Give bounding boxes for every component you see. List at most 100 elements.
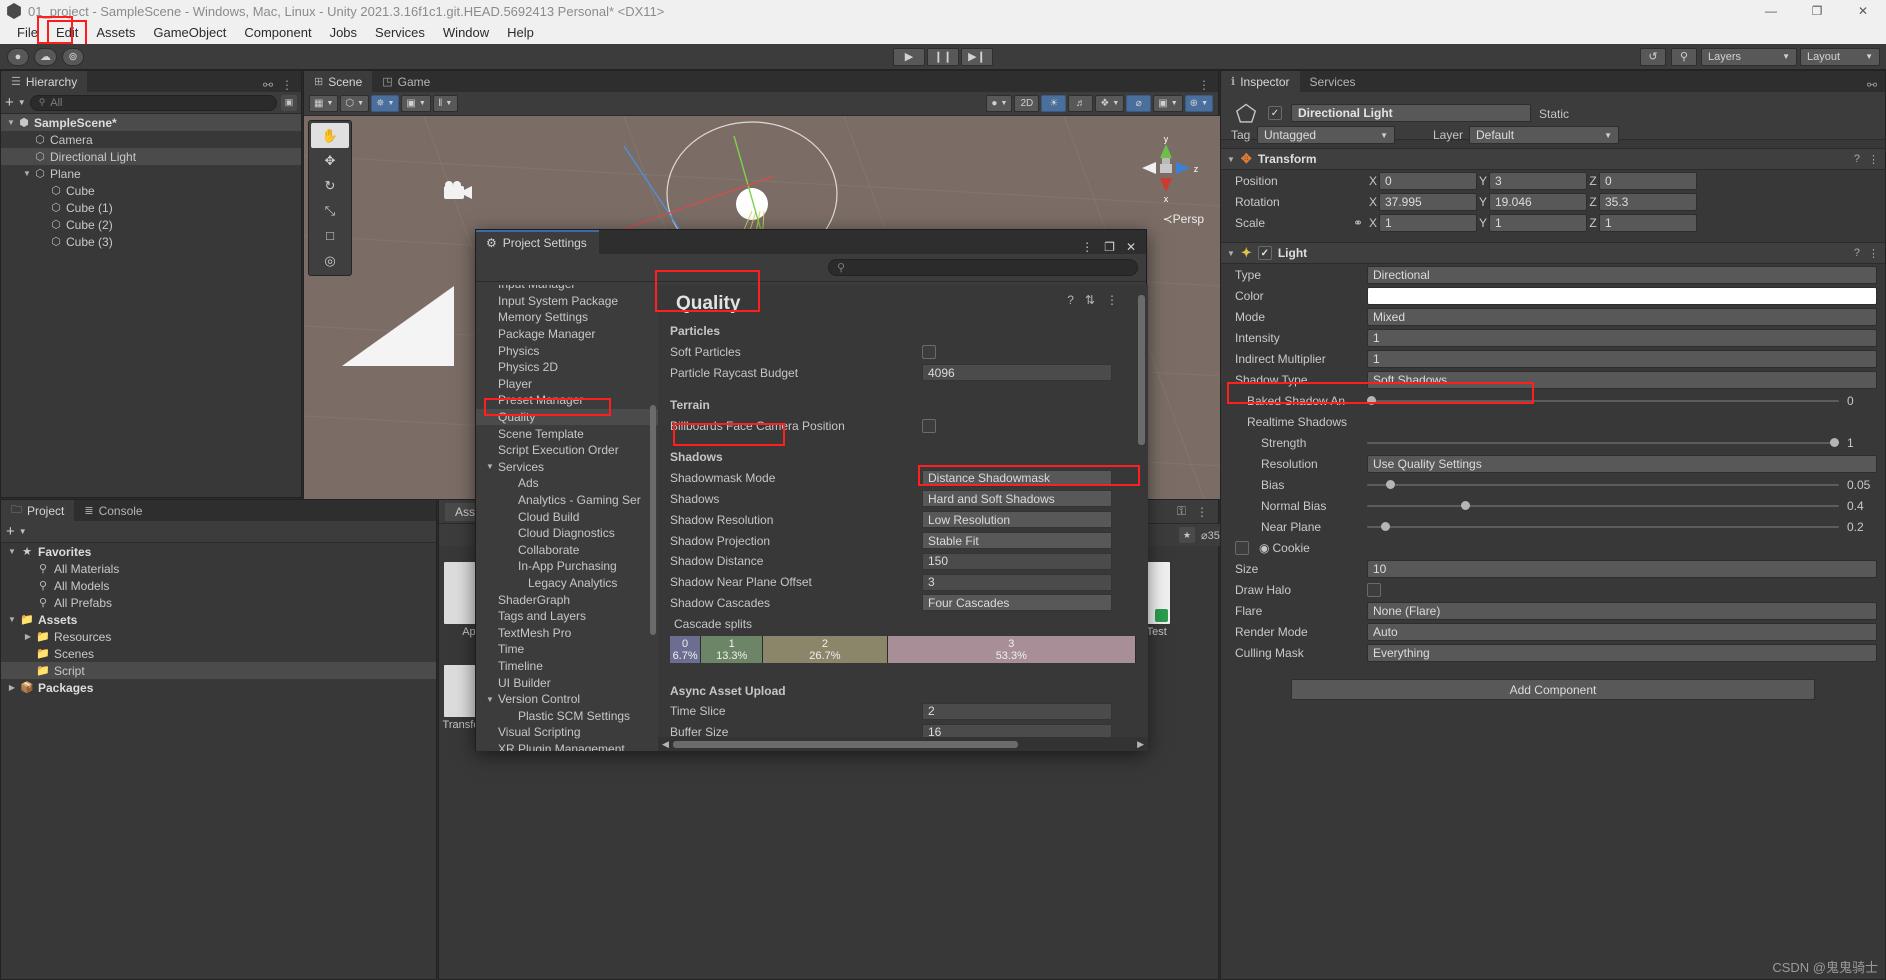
- disclosure-triangle-icon[interactable]: ▼: [5, 615, 19, 624]
- settings-sidebar-item[interactable]: ShaderGraph: [476, 591, 658, 608]
- asset-menu-icon[interactable]: ⋮: [1196, 505, 1208, 519]
- chevron-down-icon[interactable]: ▼: [486, 695, 494, 704]
- settings-checkbox[interactable]: [922, 419, 936, 433]
- hand-tool-button[interactable]: ✋: [311, 123, 349, 148]
- chevron-down-icon[interactable]: ▼: [18, 98, 26, 107]
- settings-sidebar-item[interactable]: Analytics - Gaming Ser: [476, 492, 658, 509]
- settings-input[interactable]: 2: [922, 703, 1112, 720]
- chevron-down-icon[interactable]: ▼: [486, 462, 494, 471]
- hierarchy-item[interactable]: ⬡Cube (1): [1, 199, 301, 216]
- chevron-down-icon[interactable]: ▼: [1227, 249, 1235, 258]
- hierarchy-item[interactable]: ▼⬡Plane: [1, 165, 301, 182]
- hierarchy-item[interactable]: ⬡Directional Light: [1, 148, 301, 165]
- project-add-button[interactable]: +: [6, 524, 15, 539]
- cloud-button[interactable]: ☁: [34, 48, 57, 66]
- scene-camera-button[interactable]: ▣▼: [1153, 95, 1182, 112]
- asset-lock-icon[interactable]: ⚿: [1177, 504, 1186, 519]
- tab-project[interactable]: 🗀 Project: [1, 500, 74, 521]
- tab-inspector[interactable]: ℹ Inspector: [1221, 71, 1300, 92]
- object-name-field[interactable]: Directional Light: [1291, 104, 1531, 122]
- light-indirect-input[interactable]: 1: [1367, 350, 1877, 368]
- project-tree-item[interactable]: ▶📦Packages: [1, 679, 436, 696]
- settings-sidebar-item[interactable]: Physics: [476, 342, 658, 359]
- settings-input[interactable]: 4096: [922, 364, 1112, 381]
- flare-object-field[interactable]: None (Flare): [1367, 602, 1877, 620]
- minimize-button[interactable]: —: [1748, 0, 1794, 22]
- project-tree-item[interactable]: ⚲All Models: [1, 577, 436, 594]
- project-tree-item[interactable]: ▶📁Resources: [1, 628, 436, 645]
- settings-sidebar-item[interactable]: Preset Manager: [476, 392, 658, 409]
- menu-assets[interactable]: Assets: [87, 22, 144, 44]
- position-y-input[interactable]: 3: [1489, 172, 1587, 190]
- settings-sidebar-item[interactable]: Visual Scripting: [476, 724, 658, 741]
- settings-sidebar-item[interactable]: Player: [476, 376, 658, 393]
- project-tree-item[interactable]: ⚲All Prefabs: [1, 594, 436, 611]
- object-enabled-checkbox[interactable]: ✓: [1268, 106, 1282, 120]
- project-tree-item[interactable]: ▼★Favorites: [1, 543, 436, 560]
- scene-projection-label[interactable]: ≺Persp: [1163, 212, 1204, 226]
- settings-sidebar-item[interactable]: UI Builder: [476, 674, 658, 691]
- scene-light-button[interactable]: ☀: [1041, 95, 1066, 112]
- culling-mask-dropdown[interactable]: Everything: [1367, 644, 1877, 662]
- static-label[interactable]: Static: [1539, 107, 1569, 121]
- menu-window[interactable]: Window: [434, 22, 498, 44]
- resolution-dropdown[interactable]: Use Quality Settings: [1367, 455, 1877, 473]
- light-component-header[interactable]: ▼ ✦ ✓ Light ? ⋮: [1221, 242, 1885, 264]
- settings-sidebar-item[interactable]: Quality: [476, 409, 658, 426]
- menu-component[interactable]: Component: [235, 22, 320, 44]
- scale-x-input[interactable]: 1: [1379, 214, 1477, 232]
- settings-sidebar-item[interactable]: XR Plugin Management: [476, 741, 658, 751]
- settings-sidebar-item[interactable]: Physics 2D: [476, 359, 658, 376]
- toggle-2d-button[interactable]: 2D: [1014, 95, 1039, 112]
- settings-sidebar-item[interactable]: Input System Package: [476, 293, 658, 310]
- settings-input[interactable]: 3: [922, 574, 1112, 591]
- asset-favorite-icon[interactable]: ★: [1179, 527, 1195, 543]
- content-scrollbar[interactable]: [1138, 295, 1145, 445]
- menu-file[interactable]: File: [8, 22, 47, 44]
- collab-button[interactable]: ⊚: [62, 48, 84, 66]
- settings-dropdown[interactable]: Four Cascades: [922, 594, 1112, 611]
- settings-sidebar-item[interactable]: Tags and Layers: [476, 608, 658, 625]
- near-plane-slider[interactable]: [1367, 518, 1839, 536]
- scene-menu-icon[interactable]: ⋮: [1198, 78, 1210, 92]
- scene-audio-button[interactable]: ♬: [1068, 95, 1093, 112]
- add-component-button[interactable]: Add Component: [1291, 679, 1815, 700]
- menu-gameobject[interactable]: GameObject: [144, 22, 235, 44]
- transform-tool-button[interactable]: ◎: [309, 248, 351, 273]
- light-enabled-checkbox[interactable]: ✓: [1258, 246, 1272, 260]
- tag-dropdown[interactable]: Untagged ▼: [1257, 126, 1395, 144]
- strength-slider[interactable]: [1367, 434, 1839, 452]
- settings-sidebar-item[interactable]: Collaborate: [476, 542, 658, 559]
- chevron-down-icon[interactable]: ▼: [5, 118, 17, 127]
- disclosure-triangle-icon[interactable]: ▶: [21, 632, 35, 641]
- settings-dropdown[interactable]: Hard and Soft Shadows: [922, 490, 1112, 507]
- gizmos-draw-mode-button[interactable]: ⬡▼: [340, 95, 369, 112]
- chevron-down-icon[interactable]: ▼: [19, 527, 27, 536]
- scroll-right-icon[interactable]: ▶: [1133, 739, 1148, 750]
- render-mode-dropdown[interactable]: Auto: [1367, 623, 1877, 641]
- kebab-icon[interactable]: ⋮: [1081, 240, 1093, 254]
- kebab-icon[interactable]: ⋮: [1868, 153, 1879, 166]
- fx-toggle-button[interactable]: ‖▼: [433, 95, 458, 112]
- shading-mode-button[interactable]: ▦▼: [309, 95, 338, 112]
- settings-checkbox[interactable]: [922, 345, 936, 359]
- menu-services[interactable]: Services: [366, 22, 434, 44]
- move-tool-button[interactable]: ✥: [309, 148, 351, 173]
- cascade-segment[interactable]: 06.7%: [670, 636, 701, 663]
- scale-y-input[interactable]: 1: [1489, 214, 1587, 232]
- project-tree-item[interactable]: ⚲All Materials: [1, 560, 436, 577]
- disclosure-triangle-icon[interactable]: ▼: [5, 547, 19, 556]
- light-mode-dropdown[interactable]: Mixed: [1367, 308, 1877, 326]
- settings-dropdown[interactable]: Distance Shadowmask: [922, 470, 1112, 487]
- tab-hierarchy[interactable]: ☰ Hierarchy: [1, 71, 87, 92]
- tab-project-settings[interactable]: ⚙ Project Settings: [476, 230, 599, 254]
- search-button[interactable]: ⚲: [1671, 48, 1697, 66]
- project-tree-item[interactable]: ▼📁Assets: [1, 611, 436, 628]
- rotation-z-input[interactable]: 35.3: [1599, 193, 1697, 211]
- preset-icon[interactable]: ⇅: [1085, 293, 1095, 307]
- normal-bias-slider[interactable]: [1367, 497, 1839, 515]
- tab-services[interactable]: Services: [1300, 71, 1366, 92]
- maximize-button[interactable]: ❐: [1794, 0, 1840, 22]
- scale-lock-icon[interactable]: ⚭: [1349, 216, 1367, 230]
- settings-sidebar-item[interactable]: TextMesh Pro: [476, 624, 658, 641]
